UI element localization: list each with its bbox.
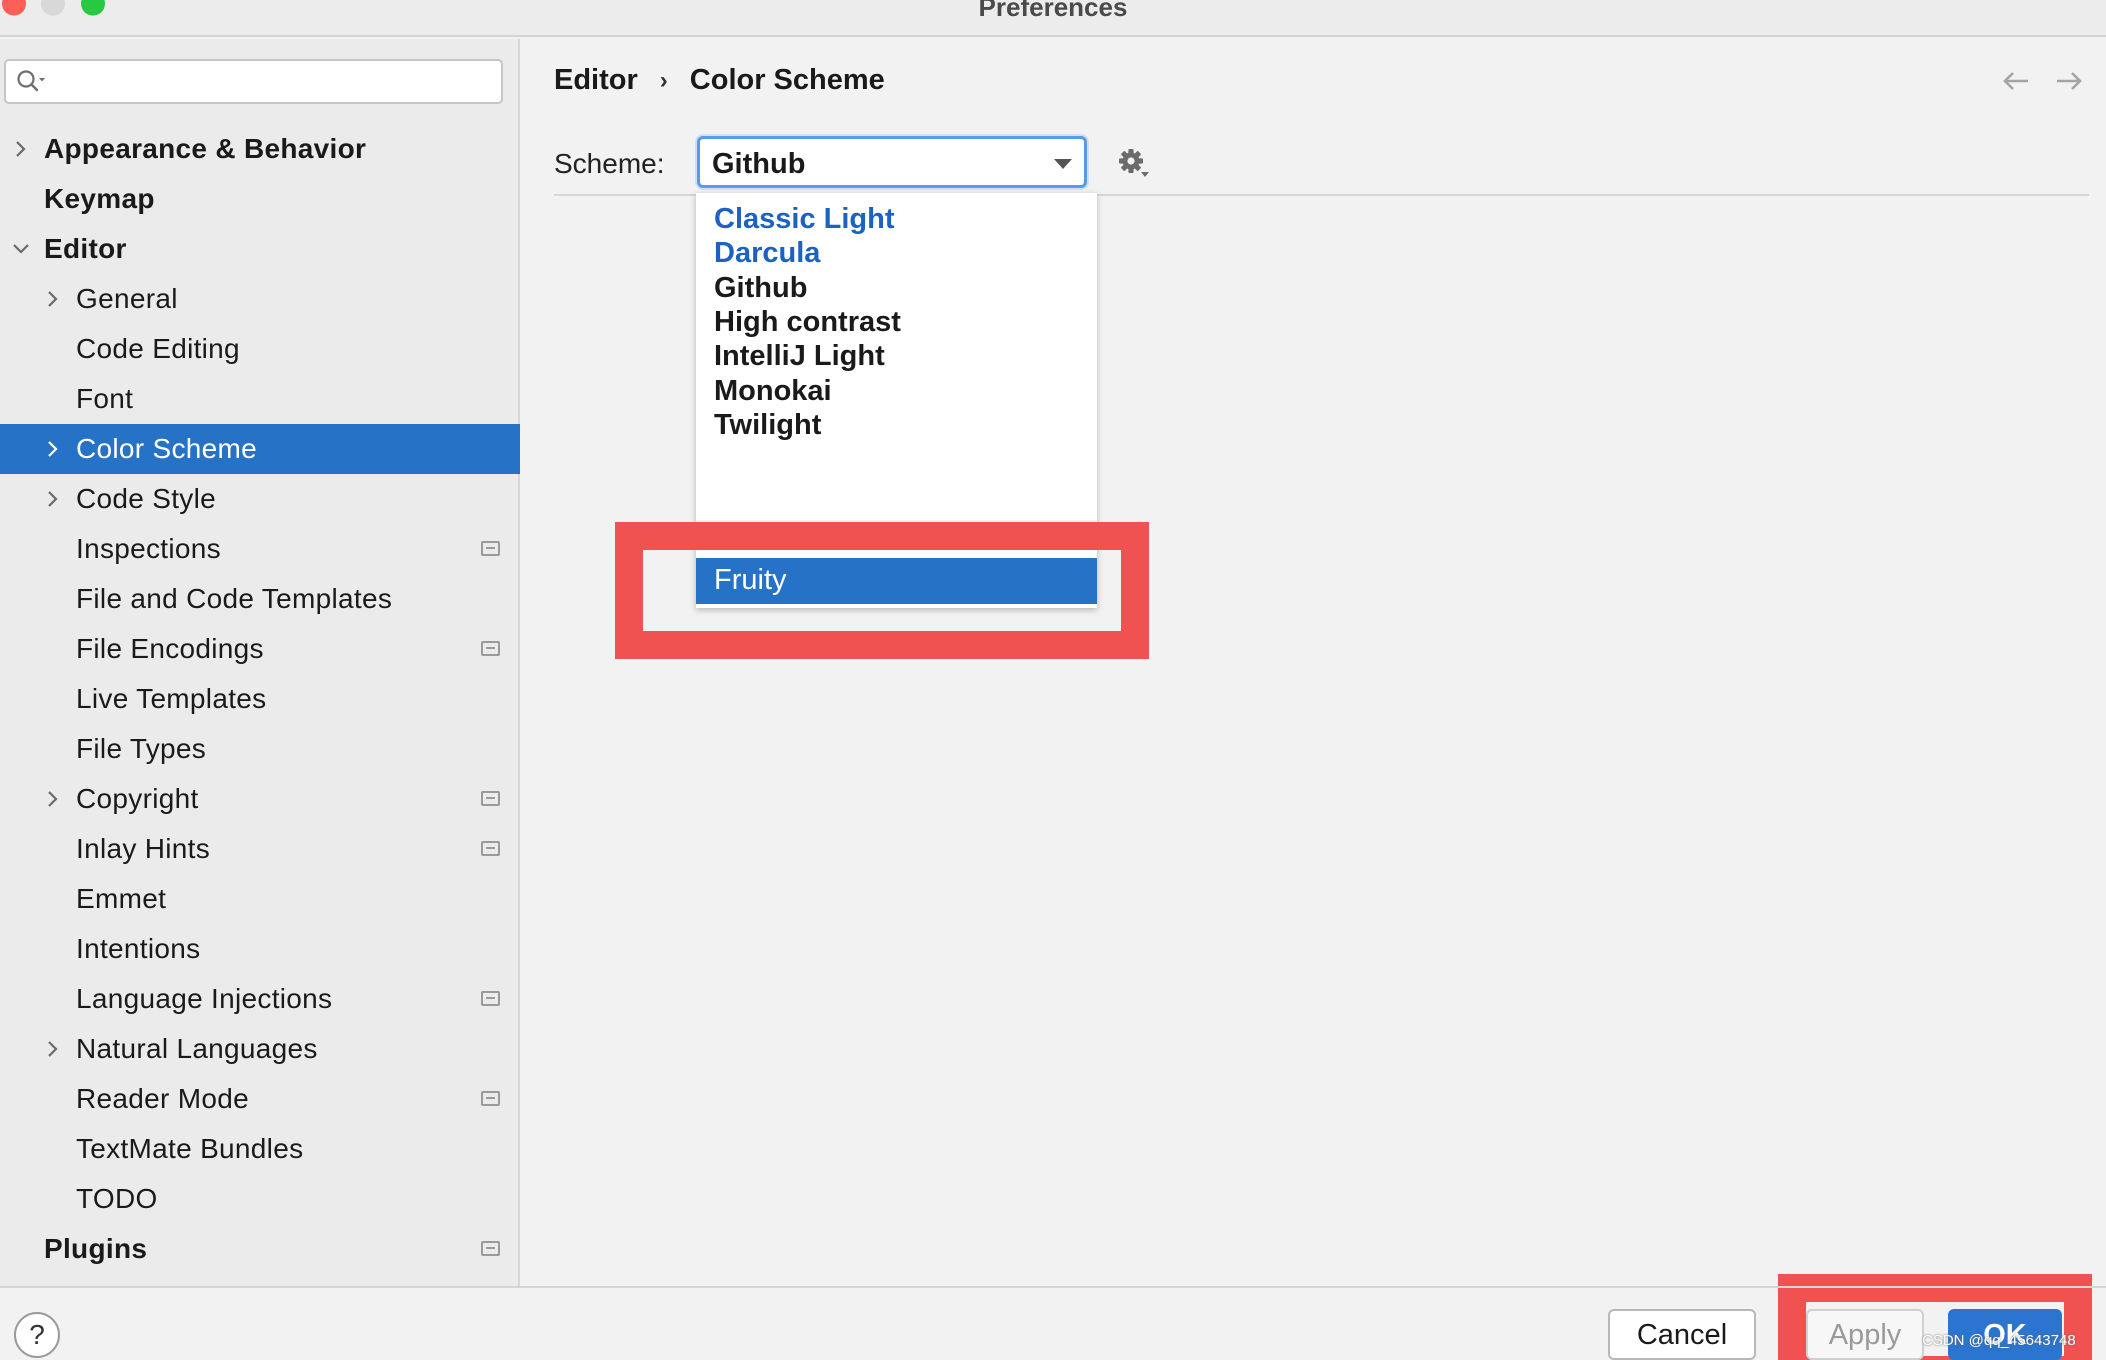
project-level-icon	[481, 1241, 500, 1256]
arrow-right-icon[interactable]	[2055, 70, 2083, 92]
sidebar-item-reader-mode[interactable]: Reader Mode	[0, 1074, 520, 1124]
sidebar-item-label: Inlay Hints	[76, 833, 211, 864]
project-level-icon	[481, 1091, 500, 1106]
sidebar-item-label: File and Code Templates	[76, 583, 393, 614]
sidebar-item-label: Keymap	[44, 183, 155, 214]
window-title: Preferences	[978, 0, 1128, 22]
sidebar-item-file-types[interactable]: File Types	[0, 724, 520, 774]
sidebar-item-inlay-hints[interactable]: Inlay Hints	[0, 824, 520, 874]
footer-separator	[0, 1286, 2106, 1288]
scheme-option-intellij-light[interactable]: IntelliJ Light	[714, 340, 885, 373]
sidebar-item-label: Emmet	[76, 883, 167, 914]
sidebar-item-editor[interactable]: Editor	[0, 224, 520, 274]
search-icon	[17, 70, 45, 92]
chevron-down-icon	[1054, 159, 1072, 169]
scheme-label: Scheme:	[554, 148, 665, 179]
sidebar-item-general[interactable]: General	[0, 274, 520, 324]
arrow-left-icon[interactable]	[2002, 70, 2030, 92]
help-button[interactable]: ?	[14, 1312, 60, 1358]
chevron-down-icon[interactable]	[12, 240, 30, 258]
sidebar-item-label: Inspections	[76, 533, 221, 564]
sidebar-item-live-templates[interactable]: Live Templates	[0, 674, 520, 724]
project-level-icon	[481, 641, 500, 656]
chevron-right-icon[interactable]	[44, 290, 62, 308]
sidebar-item-inspections[interactable]: Inspections	[0, 524, 520, 574]
scheme-select-value: Github	[712, 148, 806, 180]
sidebar-item-label: Copyright	[76, 783, 199, 814]
sidebar-item-emmet[interactable]: Emmet	[0, 874, 520, 924]
sidebar-item-label: Code Style	[76, 483, 216, 514]
sidebar-item-file-encodings[interactable]: File Encodings	[0, 624, 520, 674]
sidebar-item-appearance-behavior[interactable]: Appearance & Behavior	[0, 124, 520, 174]
apply-button[interactable]: Apply	[1806, 1309, 1924, 1360]
chevron-right-icon[interactable]	[44, 790, 62, 808]
project-level-icon	[481, 541, 500, 556]
sidebar-item-textmate-bundles[interactable]: TextMate Bundles	[0, 1124, 520, 1174]
scheme-option-darcula[interactable]: Darcula	[714, 237, 820, 270]
sidebar-item-color-scheme[interactable]: Color Scheme	[0, 424, 520, 474]
breadcrumb: Editor › Color Scheme	[554, 64, 885, 97]
scheme-option-github[interactable]: Github	[714, 272, 807, 305]
sidebar-item-label: Plugins	[44, 1233, 148, 1264]
highlight-annotation-fruity	[615, 522, 1149, 659]
project-level-icon	[481, 991, 500, 1006]
breadcrumb-editor[interactable]: Editor	[554, 64, 638, 97]
sidebar-item-label: Code Editing	[76, 333, 240, 364]
watermark: CSDN @qq_45643748	[1922, 1332, 2076, 1349]
sidebar-item-label: Natural Languages	[76, 1033, 318, 1064]
sidebar-item-label: Appearance & Behavior	[44, 133, 367, 164]
chevron-right-icon[interactable]	[44, 1040, 62, 1058]
sidebar-item-label: File Types	[76, 733, 207, 764]
sidebar-item-keymap[interactable]: Keymap	[0, 174, 520, 224]
sidebar-item-plugins[interactable]: Plugins	[0, 1224, 520, 1274]
sidebar-item-label: General	[76, 283, 178, 314]
scheme-option-high-contrast[interactable]: High contrast	[714, 306, 901, 339]
project-level-icon	[481, 841, 500, 856]
scheme-select[interactable]: Github	[697, 136, 1087, 188]
sidebar-item-label: Editor	[44, 233, 127, 264]
settings-sidebar: Appearance & Behavior Keymap Editor General…	[0, 39, 520, 1286]
sidebar-item-label: Font	[76, 383, 134, 414]
sidebar-item-code-editing[interactable]: Code Editing	[0, 324, 520, 374]
breadcrumb-separator: ›	[659, 66, 668, 94]
gear-icon[interactable]	[1116, 146, 1150, 180]
title-bar: Preferences	[0, 0, 2106, 37]
settings-tree: Appearance & Behavior Keymap Editor General…	[0, 124, 520, 1274]
settings-search-input[interactable]	[4, 59, 503, 104]
sidebar-item-label: Reader Mode	[76, 1083, 249, 1114]
sidebar-item-todo[interactable]: TODO	[0, 1174, 520, 1224]
sidebar-item-font[interactable]: Font	[0, 374, 520, 424]
sidebar-item-label: TextMate Bundles	[76, 1133, 304, 1164]
chevron-right-icon[interactable]	[44, 440, 62, 458]
chevron-right-icon[interactable]	[12, 140, 30, 158]
sidebar-item-label: Color Scheme	[76, 433, 258, 464]
project-level-icon	[481, 791, 500, 806]
scheme-option-twilight[interactable]: Twilight	[714, 409, 821, 442]
sidebar-item-intentions[interactable]: Intentions	[0, 924, 520, 974]
cancel-button[interactable]: Cancel	[1608, 1309, 1756, 1360]
scheme-option-classic-light[interactable]: Classic Light	[714, 203, 895, 236]
sidebar-item-copyright[interactable]: Copyright	[0, 774, 520, 824]
sidebar-item-language-injections[interactable]: Language Injections	[0, 974, 520, 1024]
sidebar-item-label: Intentions	[76, 933, 201, 964]
sidebar-item-natural-languages[interactable]: Natural Languages	[0, 1024, 520, 1074]
sidebar-item-label: File Encodings	[76, 633, 264, 664]
sidebar-item-label: TODO	[76, 1183, 158, 1214]
sidebar-item-code-style[interactable]: Code Style	[0, 474, 520, 524]
breadcrumb-color-scheme: Color Scheme	[689, 64, 885, 96]
sidebar-item-label: Live Templates	[76, 683, 267, 714]
scheme-option-monokai[interactable]: Monokai	[714, 375, 832, 408]
sidebar-item-file-and-code-templates[interactable]: File and Code Templates	[0, 574, 520, 624]
chevron-right-icon[interactable]	[44, 490, 62, 508]
sidebar-item-label: Language Injections	[76, 983, 333, 1014]
